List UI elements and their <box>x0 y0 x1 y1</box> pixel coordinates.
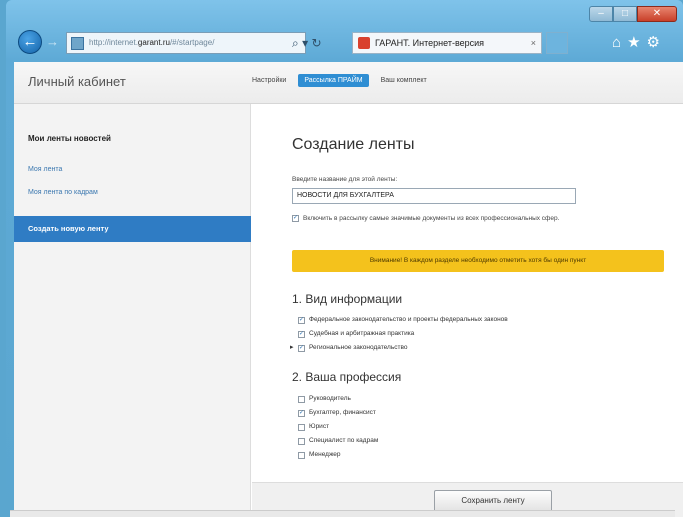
info-option-checkbox[interactable]: ✓ <box>298 331 305 338</box>
section-info-type-title: 1. Вид информации <box>292 292 403 306</box>
gear-icon[interactable]: ⚙ <box>647 34 666 51</box>
profession-label: Бухгалтер, финансист <box>309 409 376 416</box>
home-icon[interactable]: ⌂ <box>612 34 627 51</box>
info-option-label: Региональное законодательство <box>309 344 408 351</box>
search-icon[interactable]: ⌕ <box>292 36 299 50</box>
address-domain: garant.ru <box>137 38 170 47</box>
include-all-label: Включить в рассылку самые значимые докум… <box>303 215 560 222</box>
page-viewport: Личный кабинет Настройки Рассылка ПРАЙМ … <box>14 62 683 517</box>
profession-checkbox[interactable] <box>298 452 305 459</box>
browser-nav-row: ← → http://internet.garant.ru/#/startpag… <box>14 24 674 58</box>
sidebar-item-my-feed[interactable]: Моя лента <box>28 166 62 173</box>
site-favicon-icon <box>71 37 84 50</box>
forward-button[interactable]: → <box>46 34 62 50</box>
save-feed-button[interactable]: Сохранить ленту <box>434 490 552 512</box>
maximize-button[interactable]: □ <box>613 6 637 22</box>
browser-tab[interactable]: ГАРАНТ. Интернет-версия × <box>352 32 542 54</box>
create-feed-form: Создание ленты Введите название для этой… <box>252 104 683 517</box>
expand-bullet-icon[interactable]: ▸ <box>290 343 294 351</box>
favorites-star-icon[interactable]: ★ <box>627 34 646 51</box>
dropdown-icon[interactable]: ▾ <box>302 36 308 50</box>
nav-your-package[interactable]: Ваш комплект <box>375 74 433 87</box>
site-title: Личный кабинет <box>28 74 126 89</box>
info-option-label: Судебная и арбитражная практика <box>309 330 415 337</box>
profession-label: Менеджер <box>309 451 341 458</box>
page-title: Создание ленты <box>292 136 415 153</box>
address-bar[interactable]: http://internet.garant.ru/#/startpage/ <box>66 32 306 54</box>
minimize-button[interactable]: – <box>589 6 613 22</box>
profession-checkbox[interactable] <box>298 424 305 431</box>
new-tab-button[interactable] <box>546 32 568 54</box>
address-suffix: /#/startpage/ <box>169 38 215 47</box>
profession-label: Руководитель <box>309 395 351 402</box>
feed-name-input[interactable]: НОВОСТИ ДЛЯ БУХГАЛТЕРА <box>292 188 576 204</box>
address-prefix: http://internet. <box>89 38 138 47</box>
profession-checkbox[interactable]: ✓ <box>298 410 305 417</box>
info-option-checkbox[interactable]: ✓ <box>298 345 305 352</box>
info-option-checkbox[interactable]: ✓ <box>298 317 305 324</box>
close-window-button[interactable]: ✕ <box>637 6 677 22</box>
refresh-icon[interactable]: ↻ <box>311 36 321 50</box>
profession-label: Юрист <box>309 423 330 430</box>
top-navigation: Настройки Рассылка ПРАЙМ Ваш комплект <box>246 74 433 87</box>
tab-title: ГАРАНТ. Интернет-версия <box>375 38 485 48</box>
site-header: Личный кабинет Настройки Рассылка ПРАЙМ … <box>14 62 683 104</box>
window-caption-buttons: – □ ✕ <box>589 6 677 22</box>
profession-label: Специалист по кадрам <box>309 437 379 444</box>
sidebar-item-hr-feed[interactable]: Моя лента по кадрам <box>28 189 98 196</box>
info-option-label: Федеральное законодательство и проекты ф… <box>309 316 508 323</box>
profession-checkbox[interactable] <box>298 396 305 403</box>
include-all-checkbox[interactable]: ✓ <box>292 215 299 222</box>
sidebar: Мои ленты новостей Моя лента Моя лента п… <box>14 104 251 517</box>
sidebar-item-create-feed[interactable]: Создать новую ленту <box>14 216 251 242</box>
garant-favicon-icon <box>358 37 370 49</box>
browser-tools: ⌂★⚙ <box>612 32 666 54</box>
address-tools: ⌕ ▾ ↻ <box>292 32 322 54</box>
horizontal-scrollbar[interactable] <box>10 510 675 517</box>
back-button[interactable]: ← <box>18 30 42 54</box>
nav-settings[interactable]: Настройки <box>246 74 292 87</box>
profession-checkbox[interactable] <box>298 438 305 445</box>
section-profession-title: 2. Ваша профессия <box>292 370 402 384</box>
sidebar-title: Мои ленты новостей <box>28 134 111 143</box>
nav-prime-mailing[interactable]: Рассылка ПРАЙМ <box>298 74 369 87</box>
browser-window: – □ ✕ ← → http://internet.garant.ru/#/st… <box>6 0 683 517</box>
tab-close-icon[interactable]: × <box>531 33 536 53</box>
feed-name-label: Введите название для этой ленты: <box>292 176 398 183</box>
warning-banner: Внимание! В каждом разделе необходимо от… <box>292 250 664 272</box>
